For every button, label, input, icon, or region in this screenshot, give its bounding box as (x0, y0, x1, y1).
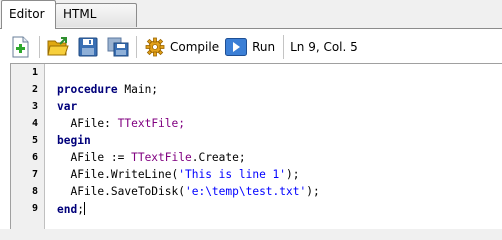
line-number: 8 (31, 186, 38, 197)
play-icon (225, 38, 248, 56)
editor-panel: Compile Run Ln 9, Col. 5 1 2 3 4 5 6 7 8… (0, 28, 502, 229)
gear-icon (145, 37, 165, 57)
toolbar-separator (136, 36, 137, 58)
toolbar-separator (39, 36, 40, 58)
tab-bar: Editor HTML output (0, 0, 502, 41)
code-text: ; (77, 203, 84, 216)
open-folder-icon (47, 37, 69, 56)
toolbar: Compile Run Ln 9, Col. 5 (9, 34, 358, 60)
code-line-9: end; (57, 202, 85, 216)
keyword: begin (57, 134, 91, 147)
compile-button[interactable]: Compile (143, 35, 223, 59)
string-literal: 'This is line 1' (178, 168, 287, 181)
new-file-button[interactable] (9, 35, 33, 59)
line-number: 1 (31, 67, 38, 78)
run-button[interactable]: Run (223, 35, 279, 59)
cursor-position: Ln 9, Col. 5 (283, 35, 358, 59)
tab-html-output[interactable]: HTML output (55, 3, 137, 41)
new-file-icon (12, 36, 29, 58)
line-number: 3 (31, 101, 38, 112)
line-number-gutter: 1 2 3 4 5 6 7 8 9 (11, 64, 45, 229)
code-text: ); (306, 185, 320, 198)
code-text: .Create; (191, 151, 246, 164)
code-line-8: AFile.SaveToDisk('e:\temp\test.txt'); (57, 185, 320, 198)
keyword: procedure (57, 83, 118, 96)
line-number: 7 (31, 169, 38, 180)
code-text: ); (286, 168, 300, 181)
compile-label: Compile (170, 40, 220, 54)
code-text: AFile := (57, 151, 132, 164)
save-all-button[interactable] (106, 35, 130, 59)
code-text: AFile: (70, 117, 118, 130)
line-number: 5 (31, 135, 38, 146)
code-line-2: procedure Main; (57, 83, 158, 96)
save-button[interactable] (76, 35, 100, 59)
code-line-4: AFile: TTextFile; (57, 117, 185, 130)
code-line-5: begin (57, 134, 91, 147)
type-name: TTextFile (131, 151, 192, 164)
line-number: 6 (31, 152, 38, 163)
code-line-7: AFile.WriteLine('This is line 1'); (57, 168, 300, 181)
code-line-3: var (57, 100, 77, 113)
code-editor[interactable]: 1 2 3 4 5 6 7 8 9 procedure Main; var AF… (10, 63, 502, 229)
string-literal: 'e:\temp\test.txt' (184, 185, 307, 198)
tab-editor[interactable]: Editor (1, 0, 56, 29)
line-number: 9 (31, 203, 38, 214)
keyword: var (57, 100, 78, 113)
save-all-icon (107, 37, 129, 57)
code-text: Main; (117, 83, 159, 96)
keyword: end (57, 203, 78, 216)
code-text: AFile.WriteLine( (57, 168, 179, 181)
open-file-button[interactable] (46, 35, 70, 59)
save-disk-icon (78, 37, 98, 57)
type-name: TTextFile; (117, 117, 185, 130)
code-text: AFile.SaveToDisk( (57, 185, 185, 198)
line-number: 2 (31, 84, 38, 95)
run-label: Run (252, 40, 276, 54)
code-line-6: AFile := TTextFile.Create; (57, 151, 246, 164)
text-caret (83, 202, 85, 215)
line-number: 4 (31, 118, 38, 129)
